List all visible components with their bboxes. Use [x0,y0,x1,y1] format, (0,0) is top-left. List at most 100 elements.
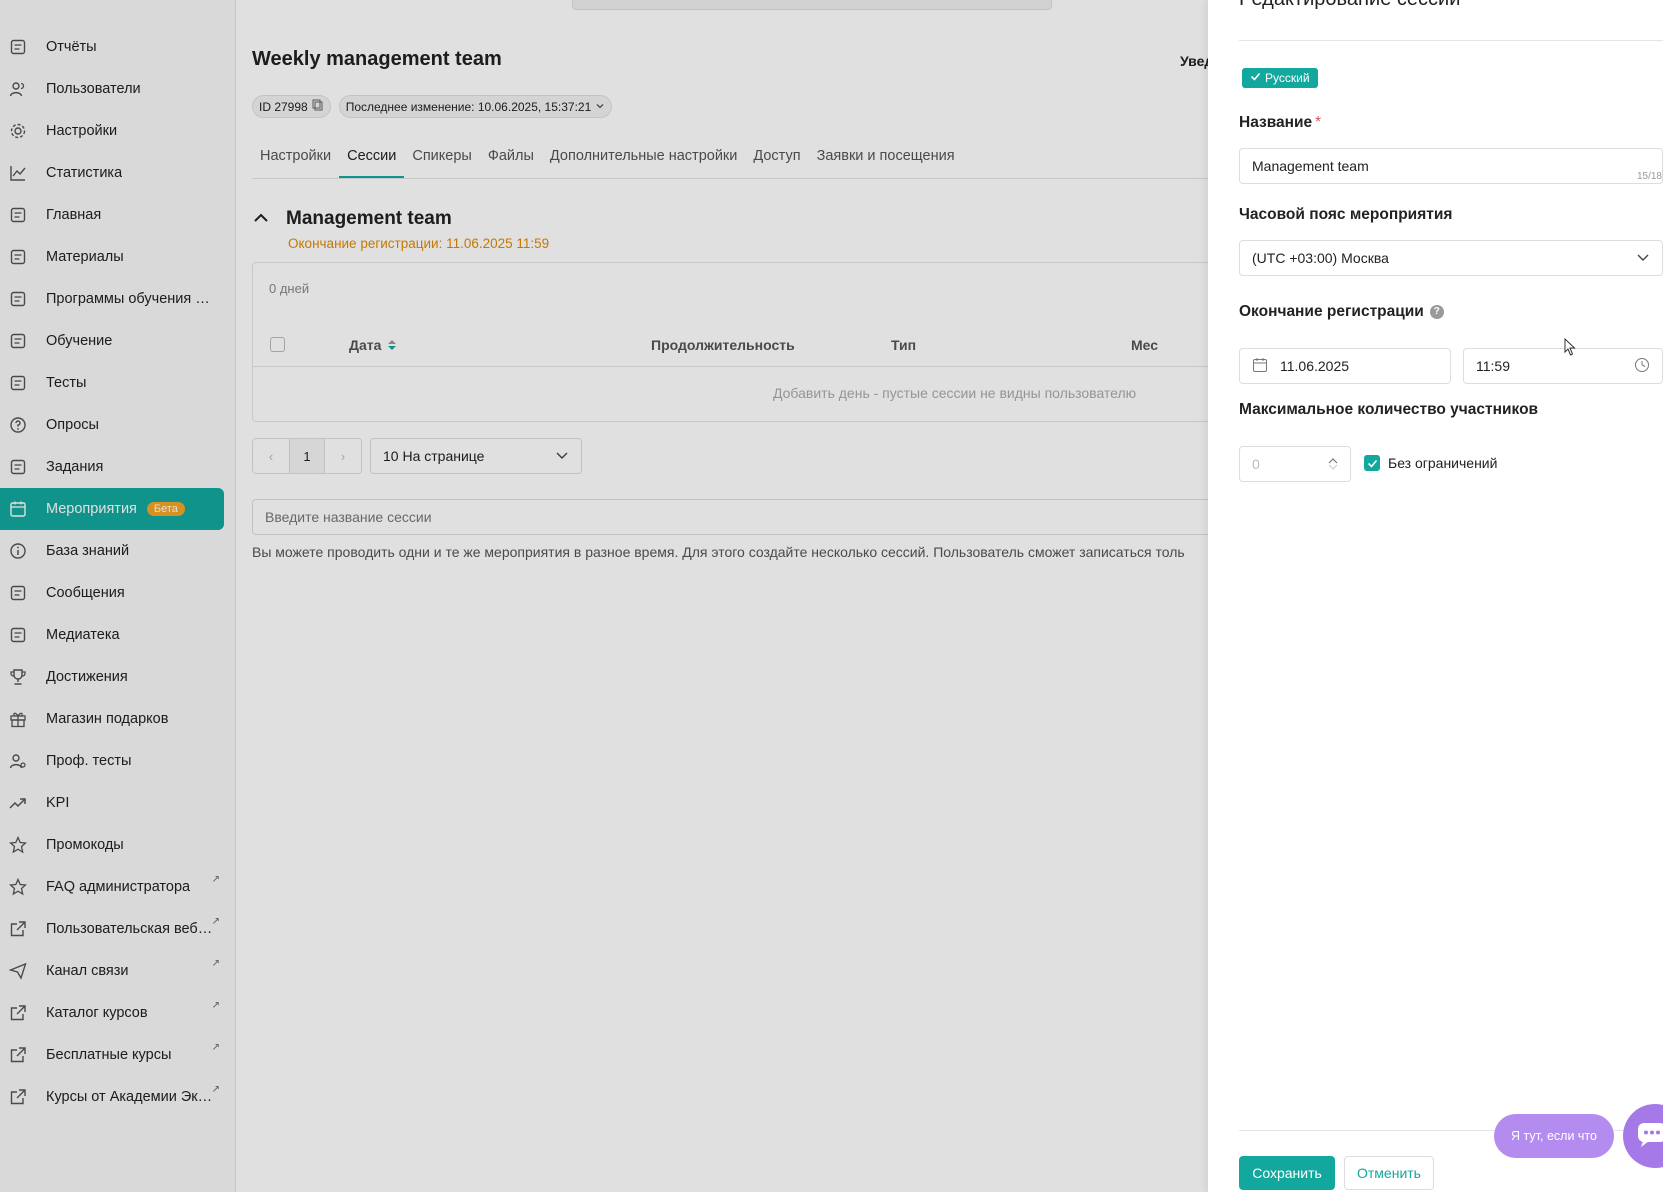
sidebar-item[interactable]: Сообщения [0,572,224,614]
no-limit-label: Без ограничений [1388,455,1498,471]
column-place: Мес [1131,336,1159,353]
media-icon [8,625,28,645]
calendar-icon [1252,357,1268,376]
session-name-placeholder: Введите название сессии [265,509,432,525]
per-page-select[interactable]: 10 На странице [370,438,582,474]
checkbox-checked-icon[interactable] [1364,455,1380,471]
sidebar-item-label: Медиатека [46,627,120,643]
select-all-checkbox[interactable] [270,337,285,352]
tab[interactable]: Файлы [480,146,542,178]
id-chip[interactable]: ID 27998 [252,95,331,118]
sidebar-item[interactable]: Статистика [0,152,224,194]
messages-icon [8,583,28,603]
sidebar-item-label: Обучение [46,333,113,349]
sidebar-item[interactable]: Главная [0,194,224,236]
sidebar-item[interactable]: База знаний [0,530,224,572]
tab[interactable]: Доступ [745,146,808,178]
sidebar-item[interactable]: Опросы [0,404,224,446]
language-tag[interactable]: Русский [1242,68,1318,88]
sidebar-item[interactable]: Медиатека [0,614,224,656]
reg-date-value: 11.06.2025 [1280,358,1350,374]
beta-badge: Бета [146,502,185,516]
reg-time-value: 11:59 [1476,358,1510,374]
next-page-button[interactable]: › [325,439,361,473]
max-participants-input[interactable]: 0 [1239,446,1351,482]
sidebar-item[interactable]: FAQ администратора ↗ [0,866,224,908]
help-icon[interactable]: ? [1429,304,1444,319]
current-page[interactable]: 1 [289,439,325,473]
chat-hint-bubble[interactable]: Я тут, если что [1494,1114,1614,1158]
no-limit-checkbox[interactable]: Без ограничений [1364,455,1497,471]
number-stepper[interactable] [1328,457,1338,471]
sidebar-item-label: Сообщения [46,585,125,601]
reg-date-picker[interactable]: 11.06.2025 [1239,348,1451,384]
sidebar-item-label: Статистика [46,165,123,181]
add-day-link[interactable]: Добавить день - пустые сессии не видны п… [773,385,1136,401]
sidebar-item[interactable]: Мероприятия Бета [0,488,224,530]
sidebar-item[interactable]: KPI [0,782,224,824]
sidebar-item-label: Мероприятия [46,501,137,517]
sidebar-item[interactable]: Курсы от Академии Экв... ↗ [0,1076,224,1118]
column-date[interactable]: Дата [349,337,397,353]
timezone-value: (UTC +03:00) Москва [1252,250,1389,266]
sidebar-item-label: Программы обучения п... [46,291,214,307]
prev-page-button[interactable]: ‹ [253,439,289,473]
sidebar-item-label: Бесплатные курсы [46,1047,172,1063]
tab[interactable]: Спикеры [404,146,479,178]
sidebar-item[interactable]: Отчёты [0,26,224,68]
reports-icon [8,37,28,57]
save-button[interactable]: Сохранить [1239,1156,1335,1190]
sidebar-item[interactable]: Канал связи ↗ [0,950,224,992]
learning-icon [8,331,28,351]
sidebar-item[interactable]: Проф. тесты [0,740,224,782]
sidebar-item[interactable]: Бесплатные курсы ↗ [0,1034,224,1076]
sidebar-item[interactable]: Промокоды [0,824,224,866]
max-participants-value: 0 [1252,456,1260,472]
timezone-select[interactable]: (UTC +03:00) Москва [1239,240,1663,276]
sidebar-item-label: Каталог курсов [46,1005,148,1021]
page-nav: ‹ 1 › [252,438,362,474]
timezone-label: Часовой пояс мероприятия [1239,206,1453,223]
sidebar-item[interactable]: Каталог курсов ↗ [0,992,224,1034]
external-arrow-icon: ↗ [211,1084,220,1095]
sidebar-item[interactable]: Пользователи [0,68,224,110]
tab[interactable]: Дополнительные настройки [542,146,745,178]
sidebar-item[interactable]: Программы обучения п... [0,278,224,320]
stepper-up-icon [1328,458,1338,464]
sidebar-item[interactable]: Задания [0,446,224,488]
sidebar-item[interactable]: Настройки [0,110,224,152]
chevron-up-icon[interactable] [252,209,270,230]
sidebar-item[interactable]: Магазин подарков [0,698,224,740]
external-link-icon [8,1003,28,1023]
sidebar-item-label: KPI [46,795,70,811]
sidebar-item[interactable]: Достижения [0,656,224,698]
pagination: ‹ 1 › 10 На странице [252,438,582,474]
session-header[interactable]: Management team [252,208,452,230]
tab[interactable]: Сессии [339,146,405,178]
reg-end-label-text: Окончание регистрации [1239,303,1424,320]
sidebar-item[interactable]: Обучение [0,320,224,362]
name-input[interactable]: Management team 15/18 [1239,148,1663,184]
stepper-down-icon [1328,464,1338,470]
tab[interactable]: Настройки [252,146,339,178]
sidebar-item[interactable]: Пользовательская веб-... ↗ [0,908,224,950]
column-type: Тип [891,336,917,353]
sort-icon[interactable] [387,338,397,352]
cancel-button[interactable]: Отменить [1344,1156,1434,1190]
sidebar-item-label: Тесты [46,375,87,391]
sidebar-item[interactable]: Материалы [0,236,224,278]
home-icon [8,205,28,225]
clock-icon [1634,357,1650,376]
sidebar-item[interactable]: Тесты [0,362,224,404]
tab[interactable]: Заявки и посещения [809,146,963,178]
column-duration: Продолжительность [651,336,795,353]
reg-time-picker[interactable]: 11:59 [1463,348,1663,384]
sidebar: Отчёты Пользователи Настройки Статистика Гла… [0,0,236,1192]
top-search-strip[interactable] [572,0,1052,10]
copy-icon[interactable] [312,99,324,114]
language-label: Русский [1265,71,1310,85]
external-link-icon [8,919,28,939]
mouse-cursor-icon [1564,337,1576,359]
external-arrow-icon: ↗ [211,1000,220,1011]
last-change-chip[interactable]: Последнее изменение: 10.06.2025, 15:37:2… [338,95,613,118]
